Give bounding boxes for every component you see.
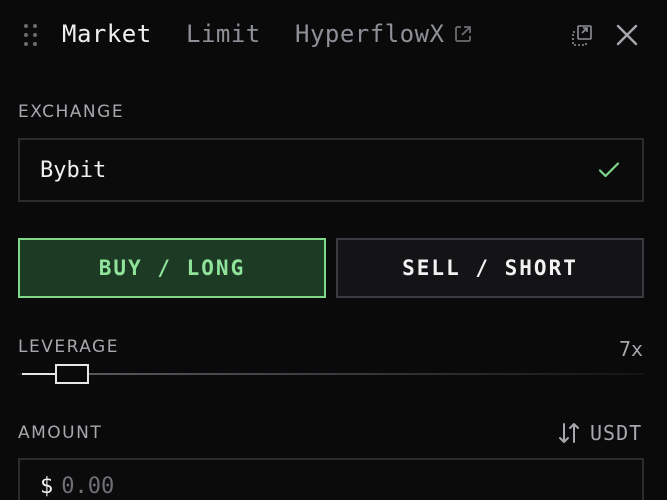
tab-market[interactable]: Market: [62, 18, 152, 50]
exchange-label: EXCHANGE: [18, 102, 125, 122]
tab-hyperflowx[interactable]: HyperflowX: [295, 18, 473, 50]
drag-handle-icon[interactable]: [24, 24, 40, 46]
unit-label: USDT: [590, 421, 643, 445]
swap-icon: [559, 423, 579, 443]
exchange-value: Bybit: [40, 157, 107, 183]
amount-field[interactable]: $: [18, 458, 644, 500]
amount-label: AMOUNT: [18, 423, 103, 443]
popout-icon[interactable]: [570, 24, 594, 48]
external-link-icon: [454, 26, 471, 42]
close-icon[interactable]: [614, 22, 640, 48]
leverage-slider-thumb[interactable]: [55, 364, 89, 384]
tab-hyperflowx-label: HyperflowX: [295, 20, 445, 48]
unit-toggle[interactable]: USDT: [556, 421, 642, 445]
buy-long-button[interactable]: BUY / LONG: [18, 238, 326, 298]
currency-symbol: $: [40, 474, 54, 499]
leverage-value: 7x: [619, 337, 644, 361]
leverage-slider-fill: [22, 373, 58, 375]
tab-limit[interactable]: Limit: [186, 18, 261, 50]
exchange-select[interactable]: Bybit: [18, 138, 644, 202]
check-icon: [598, 162, 620, 178]
sell-short-button[interactable]: SELL / SHORT: [336, 238, 644, 298]
leverage-slider-track[interactable]: [18, 373, 644, 375]
amount-input[interactable]: [61, 474, 562, 499]
leverage-label: LEVERAGE: [18, 337, 119, 357]
